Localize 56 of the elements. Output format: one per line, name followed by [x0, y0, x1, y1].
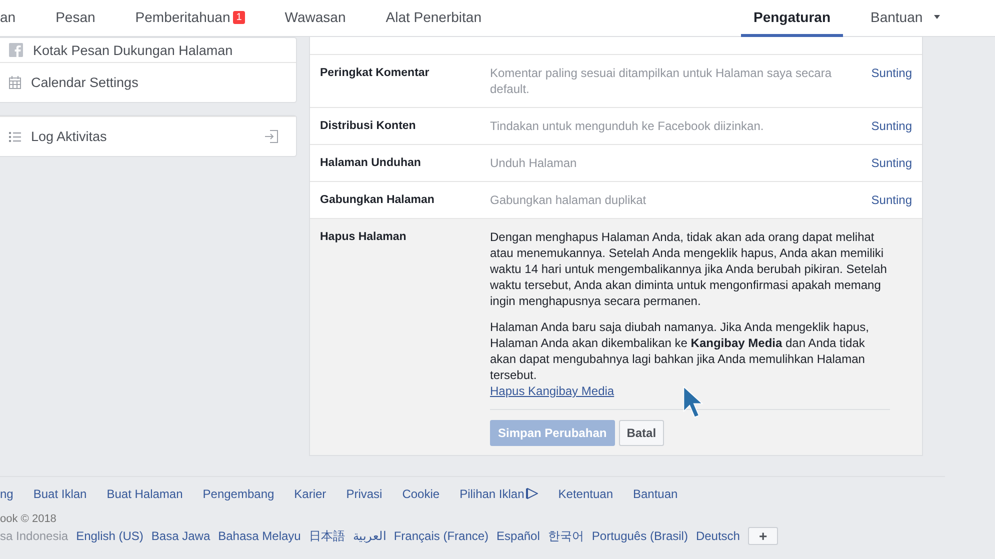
mouse-cursor-icon: [682, 386, 704, 418]
setting-label: Hapus Halaman: [320, 230, 408, 245]
calendar-icon: [9, 76, 21, 89]
footer-link[interactable]: ng: [0, 486, 14, 500]
language-link[interactable]: Español: [496, 529, 540, 543]
language-link[interactable]: العربية: [352, 529, 386, 543]
language-link[interactable]: 日本語: [308, 528, 345, 544]
language-link[interactable]: Deutsch: [696, 529, 740, 543]
notification-badge: 1: [233, 10, 245, 24]
info-paragraph: Halaman Anda baru saja diubah namanya. Jika Anda mengeklik hapus, Halaman Anda akan dikembalikan ke Kangibay Media dan Anda tidak akan dapat mengubahnya lagi bahkan jika Anda memulihkan Halaman tersebut.: [490, 319, 870, 383]
setting-label: Halaman Unduhan: [320, 156, 422, 171]
nav-tab[interactable]: Alat Penerbitan: [374, 0, 494, 37]
info-paragraph: Dengan menghapus Halaman Anda, tidak akan ada orang dapat melihat atau menemukannya. Setelah Anda mengeklik hapus, Anda akan memiliki waktu 14 hari untuk mengembalikannya jika Anda berubah pikiran. Setelah waktu tersebut, Anda akan diminta untuk mengonfirmasi apakah memang ingin menghapusnya secara permanen.: [490, 229, 888, 309]
sidebar-item[interactable]: Log Aktivitas: [0, 116, 296, 156]
nav-tab[interactable]: Wawasan: [272, 0, 358, 37]
setting-description: Gabungkan halaman duplikat: [490, 192, 648, 208]
sidebar-item[interactable]: Kotak Pesan Dukungan Halaman: [0, 38, 296, 62]
edit-link[interactable]: Sunting: [871, 155, 912, 171]
nav-tab[interactable]: an: [0, 0, 28, 37]
setting-label: Distribusi Konten: [320, 119, 417, 134]
footer-link[interactable]: Karier: [294, 486, 326, 500]
footer-link[interactable]: Pengembang: [202, 486, 274, 500]
nav-tab[interactable]: Bantuan: [858, 0, 952, 37]
edit-link[interactable]: Sunting: [871, 192, 912, 208]
language-link[interactable]: 한국어: [548, 528, 584, 544]
list-icon: [9, 132, 21, 142]
language-link[interactable]: Basa Jawa: [151, 529, 210, 543]
sidebar-item[interactable]: Calendar Settings: [0, 62, 296, 102]
setting-description: Tindakan untuk mengunduh ke Facebook diizinkan.: [490, 118, 765, 134]
language-link[interactable]: Português (Brasil): [592, 529, 688, 543]
setting-description: Komentar paling sesuai ditampilkan untuk Halaman saya secara default.: [490, 65, 833, 97]
cancel-button[interactable]: Batal: [618, 420, 664, 446]
edit-link[interactable]: Sunting: [871, 118, 912, 134]
footer-link[interactable]: Privasi: [346, 486, 382, 500]
setting-label: Peringkat Komentar: [320, 66, 430, 81]
caret-icon: [934, 15, 940, 19]
edit-link[interactable]: Sunting: [871, 65, 912, 97]
delete-page-link[interactable]: Hapus Kangibay Media: [490, 384, 614, 398]
footer-link[interactable]: Pilihan Iklan: [460, 486, 538, 500]
language-link[interactable]: English (US): [76, 529, 144, 543]
setting-description: Unduh Halaman: [490, 155, 578, 171]
nav-tab[interactable]: Pesan: [44, 0, 108, 37]
footer-link[interactable]: Ketentuan: [558, 486, 613, 500]
language-link[interactable]: Français (France): [394, 529, 489, 543]
footer-link[interactable]: Bantuan: [633, 486, 678, 500]
page-icon: [9, 43, 23, 57]
footer-link[interactable]: Buat Iklan: [33, 486, 87, 500]
play-triangle-icon: [526, 488, 538, 499]
enter-icon: [265, 130, 278, 143]
footer-link[interactable]: Buat Halaman: [106, 486, 183, 500]
more-languages-button[interactable]: +: [748, 527, 778, 545]
setting-label: Gabungkan Halaman: [320, 193, 436, 208]
language-link[interactable]: Bahasa Melayu: [218, 529, 301, 543]
nav-tab[interactable]: Pemberitahuan 1: [123, 0, 257, 37]
copyright-text: ook © 2018: [0, 513, 58, 526]
footer-link[interactable]: Cookie: [402, 486, 440, 500]
